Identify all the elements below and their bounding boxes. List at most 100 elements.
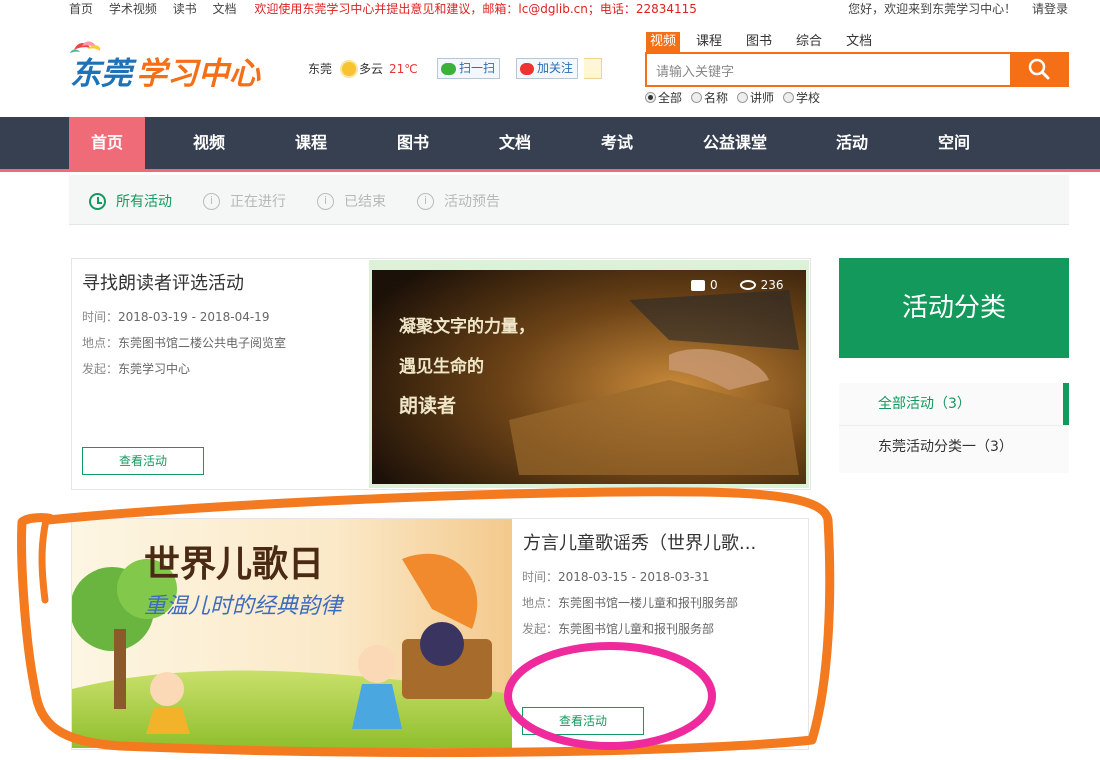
- top-link-video[interactable]: 学术视频: [109, 2, 157, 16]
- search-tab-docs[interactable]: 文档: [842, 32, 876, 52]
- activity-filter-tabs: 所有活动 i 正在进行 i 已结束 i 活动预告: [69, 175, 1069, 225]
- place-value: 东莞图书馆一楼儿童和报刊服务部: [558, 596, 739, 610]
- search-tab-course[interactable]: 课程: [692, 32, 726, 52]
- weather-condition: 多云: [359, 62, 384, 76]
- site-logo[interactable]: 东莞 学习中心: [68, 40, 273, 92]
- filter-school[interactable]: 学校: [783, 89, 820, 106]
- radio-icon: [737, 92, 749, 103]
- logo-graphic: 东莞 学习中心: [70, 41, 261, 92]
- activity-image-reader[interactable]: 凝聚文字的力量， 遇见生命的 朗读者 0 236: [369, 260, 809, 488]
- search-tab-video[interactable]: 视频: [646, 32, 681, 52]
- top-link-reading[interactable]: 读书: [173, 2, 197, 16]
- place-value: 东莞图书馆二楼公共电子阅览室: [118, 336, 287, 350]
- info-icon: i: [203, 192, 220, 210]
- follow-count-tab: [584, 58, 602, 79]
- activity-organizer: 发起：东莞图书馆儿童和报刊服务部: [522, 620, 714, 637]
- main-nav: 首页 视频 课程 图书 文档 考试 公益课堂 活动 空间: [0, 117, 1100, 172]
- view-activity-button[interactable]: 查看活动: [82, 447, 204, 475]
- search-button[interactable]: [1010, 52, 1069, 87]
- activity-place: 地点：东莞图书馆二楼公共电子阅览室: [82, 334, 286, 351]
- org-label: 发起：: [522, 622, 559, 636]
- filter-teacher-label: 讲师: [750, 91, 775, 105]
- follow-label: 加关注: [537, 61, 574, 75]
- view-count: 236: [760, 278, 784, 292]
- subtab-all-label: 所有活动: [116, 194, 172, 210]
- logo-text: 东莞: [70, 56, 137, 90]
- search-tab-book[interactable]: 图书: [742, 32, 776, 52]
- category-title: 活动分类: [839, 258, 1069, 358]
- activity-place: 地点：东莞图书馆一楼儿童和报刊服务部: [522, 594, 738, 611]
- activity-time: 时间：2018-03-15 - 2018-03-31: [522, 568, 709, 585]
- activity-organizer: 发起：东莞学习中心: [82, 360, 190, 377]
- time-label: 时间：: [522, 570, 559, 584]
- filter-name[interactable]: 名称: [691, 89, 728, 106]
- top-bar: 首页 学术视频 读书 文档 欢迎使用东莞学习中心并提出意见和建议，邮箱：lc@d…: [0, 0, 1100, 20]
- scan-button[interactable]: 扫一扫: [437, 58, 501, 79]
- nav-space[interactable]: 空间: [916, 117, 992, 169]
- time-value: 2018-03-19 - 2018-04-19: [118, 310, 270, 324]
- activity-image-childrens-song[interactable]: 世界儿歌日 重温儿时的经典韵律: [70, 519, 512, 748]
- childrens-song-banner: 世界儿歌日 重温儿时的经典韵律: [70, 519, 512, 748]
- nav-video[interactable]: 视频: [171, 117, 247, 169]
- filter-all-label: 全部: [658, 91, 683, 105]
- search-type-tabs: 视频 课程 图书 综合 文档: [646, 32, 892, 52]
- weather-temp: 21℃: [389, 61, 418, 76]
- radio-icon: [783, 92, 795, 103]
- top-link-home[interactable]: 首页: [69, 2, 93, 16]
- nav-public-class[interactable]: 公益课堂: [690, 117, 780, 169]
- image-caption-2: 遇见生命的: [399, 356, 484, 377]
- org-value: 东莞学习中心: [118, 362, 191, 376]
- wechat-icon: [441, 62, 456, 75]
- image-caption-3: 朗读者: [399, 394, 456, 417]
- login-link[interactable]: 请登录: [1032, 2, 1068, 16]
- radio-icon: [691, 92, 703, 103]
- category-item-dongguan[interactable]: 东莞活动分类一（3）: [839, 425, 1069, 467]
- image-caption-1: 凝聚文字的力量，: [399, 316, 535, 337]
- sun-icon: [342, 61, 357, 76]
- clock-icon: [89, 192, 106, 210]
- subtab-ended[interactable]: i 已结束: [317, 191, 386, 211]
- weibo-icon: [520, 62, 534, 75]
- search-input[interactable]: 请输入关键字: [645, 52, 1011, 87]
- follow-button[interactable]: 加关注: [516, 58, 579, 79]
- activity-title[interactable]: 寻找朗读者评选活动: [82, 269, 362, 295]
- search-placeholder: 请输入关键字: [656, 65, 735, 80]
- time-value: 2018-03-15 - 2018-03-31: [558, 570, 710, 584]
- filter-all[interactable]: 全部: [645, 89, 682, 106]
- subtab-ongoing-label: 正在进行: [230, 194, 286, 210]
- org-label: 发起：: [82, 362, 119, 376]
- subtab-upcoming-label: 活动预告: [444, 194, 500, 210]
- nav-home[interactable]: 首页: [69, 117, 145, 169]
- reader-photo: 凝聚文字的力量， 遇见生命的 朗读者: [372, 270, 806, 484]
- banner-subtitle: 重温儿时的经典韵律: [144, 594, 345, 619]
- filter-name-label: 名称: [704, 91, 729, 105]
- nav-activity[interactable]: 活动: [814, 117, 890, 169]
- comment-count: 0: [710, 278, 718, 292]
- view-activity-button[interactable]: 查看活动: [522, 707, 644, 735]
- weather-widget: 东莞 多云 21℃: [308, 60, 418, 77]
- nav-book[interactable]: 图书: [375, 117, 451, 169]
- eye-icon: [739, 280, 756, 290]
- category-list: 全部活动（3） 东莞活动分类一（3）: [839, 383, 1069, 473]
- activity-time: 时间：2018-03-19 - 2018-04-19: [82, 308, 269, 325]
- top-notice: 欢迎使用东莞学习中心并提出意见和建议，邮箱：lc@dglib.cn；电话：228…: [254, 2, 697, 16]
- activity-title[interactable]: 方言儿童歌谣秀（世界儿歌...: [523, 529, 793, 555]
- nav-course[interactable]: 课程: [273, 117, 349, 169]
- subtab-upcoming[interactable]: i 活动预告: [417, 191, 500, 211]
- top-link-docs[interactable]: 文档: [213, 2, 237, 16]
- nav-docs[interactable]: 文档: [477, 117, 553, 169]
- search-tab-general[interactable]: 综合: [792, 32, 826, 52]
- subtab-all[interactable]: 所有活动: [89, 191, 172, 211]
- subtab-ongoing[interactable]: i 正在进行: [203, 191, 286, 211]
- nav-exam[interactable]: 考试: [579, 117, 655, 169]
- info-icon: i: [317, 192, 334, 210]
- category-item-all[interactable]: 全部活动（3）: [839, 383, 1069, 425]
- radio-icon: [645, 92, 656, 103]
- time-label: 时间：: [82, 310, 119, 324]
- filter-school-label: 学校: [796, 91, 821, 105]
- subtab-ended-label: 已结束: [344, 194, 386, 210]
- filter-teacher[interactable]: 讲师: [737, 89, 774, 106]
- search-filter-group: 全部 名称 讲师 学校: [645, 89, 829, 106]
- weather-city: 东莞: [308, 62, 333, 76]
- svg-text:学习中心: 学习中心: [136, 56, 261, 90]
